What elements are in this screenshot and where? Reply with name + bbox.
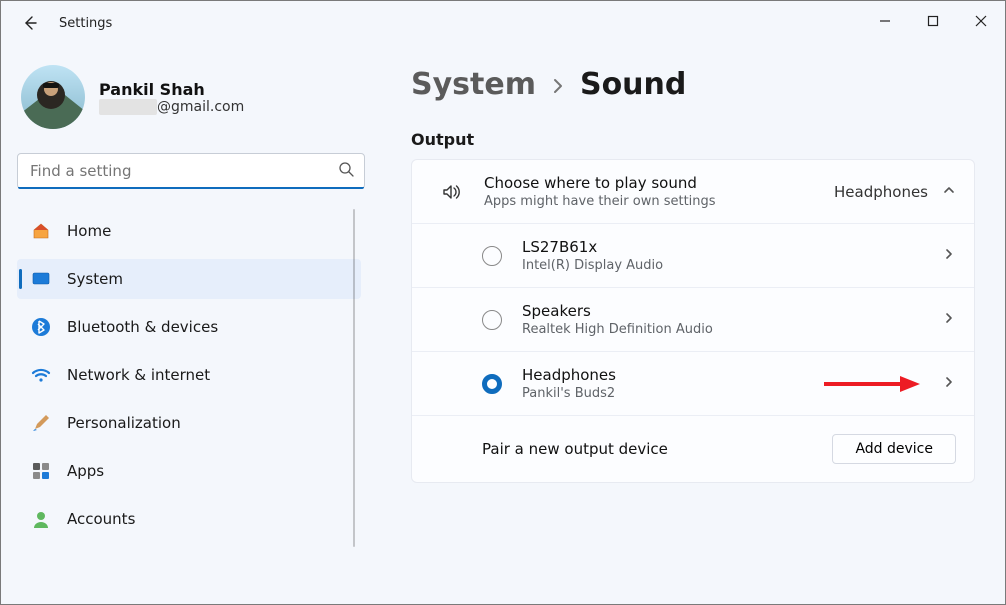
nav-item-home[interactable]: Home bbox=[17, 211, 361, 251]
breadcrumb: System Sound bbox=[411, 67, 975, 102]
row-pair-device: Pair a new output device Add device bbox=[412, 415, 974, 482]
current-output-value: Headphones bbox=[834, 183, 928, 201]
close-button[interactable] bbox=[957, 1, 1005, 41]
device-driver: Pankil's Buds2 bbox=[522, 386, 942, 401]
chevron-right-icon[interactable] bbox=[942, 246, 956, 265]
output-card: Choose where to play sound Apps might ha… bbox=[411, 159, 975, 483]
choose-output-subtitle: Apps might have their own settings bbox=[484, 194, 834, 209]
device-name: Headphones bbox=[522, 366, 942, 384]
output-device-row[interactable]: Speakers Realtek High Definition Audio bbox=[412, 287, 974, 351]
device-name: Speakers bbox=[522, 302, 942, 320]
minimize-button[interactable] bbox=[861, 1, 909, 41]
add-device-button[interactable]: Add device bbox=[832, 434, 956, 464]
breadcrumb-current: Sound bbox=[580, 67, 686, 102]
section-heading-output: Output bbox=[411, 130, 975, 149]
nav-label: Home bbox=[67, 222, 111, 240]
row-choose-output[interactable]: Choose where to play sound Apps might ha… bbox=[412, 160, 974, 223]
volume-icon bbox=[430, 181, 474, 203]
arrow-left-icon bbox=[22, 15, 38, 31]
nav-item-bluetooth[interactable]: Bluetooth & devices bbox=[17, 307, 361, 347]
back-button[interactable] bbox=[21, 14, 39, 32]
main-content: System Sound Output Choose where to play… bbox=[381, 45, 1005, 605]
system-icon bbox=[31, 269, 51, 289]
user-email: xxxxxxx@gmail.com bbox=[99, 99, 244, 115]
close-icon bbox=[975, 15, 987, 27]
output-device-row[interactable]: Headphones Pankil's Buds2 bbox=[412, 351, 974, 415]
apps-icon bbox=[31, 461, 51, 481]
wifi-icon bbox=[31, 365, 51, 385]
nav-list[interactable]: Home System Bluetooth & devices Network … bbox=[17, 207, 365, 547]
nav-label: Personalization bbox=[67, 414, 181, 432]
radio-unselected[interactable] bbox=[482, 246, 502, 266]
bluetooth-icon bbox=[31, 317, 51, 337]
window-controls bbox=[861, 1, 1005, 41]
home-icon bbox=[31, 221, 51, 241]
chevron-right-icon bbox=[550, 67, 566, 102]
nav-label: System bbox=[67, 270, 123, 288]
sidebar: Pankil Shah xxxxxxx@gmail.com Home Syste… bbox=[1, 45, 381, 605]
device-driver: Realtek High Definition Audio bbox=[522, 322, 942, 337]
device-name: LS27B61x bbox=[522, 238, 942, 256]
person-icon bbox=[31, 509, 51, 529]
maximize-button[interactable] bbox=[909, 1, 957, 41]
nav-item-personalization[interactable]: Personalization bbox=[17, 403, 361, 443]
nav-item-accounts[interactable]: Accounts bbox=[17, 499, 361, 539]
user-name: Pankil Shah bbox=[99, 80, 244, 99]
chevron-right-icon[interactable] bbox=[942, 310, 956, 329]
choose-output-title: Choose where to play sound bbox=[484, 174, 834, 192]
nav-item-system[interactable]: System bbox=[17, 259, 361, 299]
pair-label: Pair a new output device bbox=[482, 440, 832, 458]
nav-label: Accounts bbox=[67, 510, 135, 528]
search-icon bbox=[338, 161, 354, 181]
search-box[interactable] bbox=[17, 153, 365, 189]
nav-label: Bluetooth & devices bbox=[67, 318, 218, 336]
radio-unselected[interactable] bbox=[482, 310, 502, 330]
output-device-row[interactable]: LS27B61x Intel(R) Display Audio bbox=[412, 223, 974, 287]
brush-icon bbox=[31, 413, 51, 433]
radio-selected[interactable] bbox=[482, 374, 502, 394]
avatar bbox=[21, 65, 85, 129]
nav-label: Apps bbox=[67, 462, 104, 480]
nav-item-network[interactable]: Network & internet bbox=[17, 355, 361, 395]
search-input[interactable] bbox=[30, 162, 328, 180]
nav-label: Network & internet bbox=[67, 366, 210, 384]
user-card[interactable]: Pankil Shah xxxxxxx@gmail.com bbox=[17, 65, 365, 129]
chevron-right-icon[interactable] bbox=[942, 374, 956, 393]
minimize-icon bbox=[879, 15, 891, 27]
title-bar: Settings bbox=[1, 1, 1005, 45]
chevron-up-icon bbox=[942, 182, 956, 201]
nav-item-apps[interactable]: Apps bbox=[17, 451, 361, 491]
window-title: Settings bbox=[59, 16, 112, 31]
maximize-icon bbox=[927, 15, 939, 27]
device-driver: Intel(R) Display Audio bbox=[522, 258, 942, 273]
breadcrumb-parent[interactable]: System bbox=[411, 67, 536, 102]
